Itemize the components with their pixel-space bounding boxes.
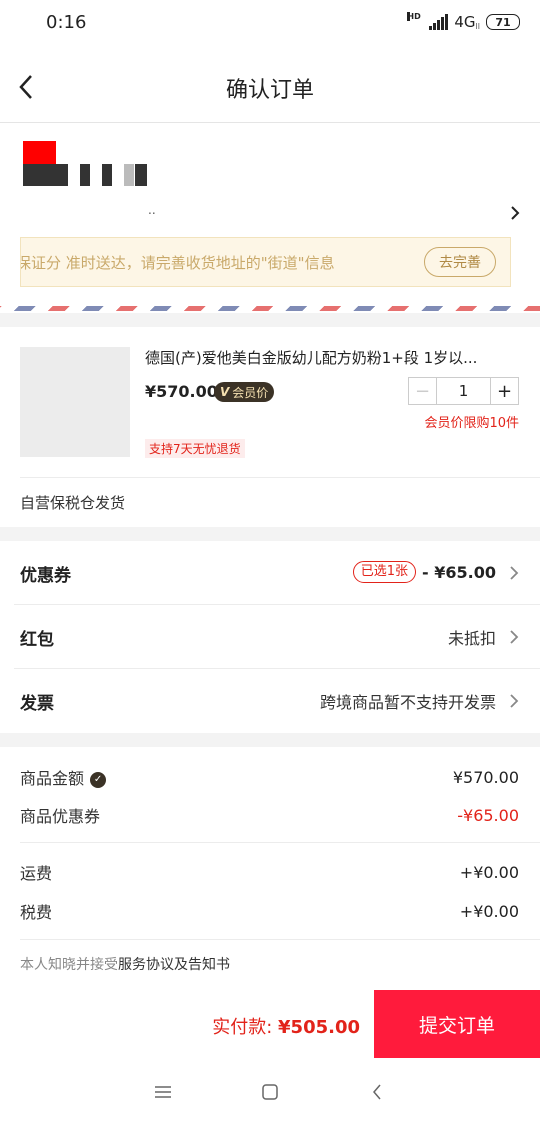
divider — [20, 939, 540, 940]
address-phone-redacted — [80, 164, 90, 186]
member-price-badge: V 会员价 — [214, 382, 275, 402]
coupon-value: 已选1张 - ¥65.00 — [352, 561, 496, 583]
goods-amount-line: 商品金额 ✓ ¥570.00 — [20, 765, 519, 789]
quantity-value[interactable]: 1 — [437, 378, 490, 404]
airmail-divider — [0, 306, 540, 311]
address-detail: .. — [148, 203, 156, 217]
invoice-row[interactable]: 发票 跨境商品暂不支持开发票 — [0, 669, 540, 733]
chevron-right-icon — [510, 566, 519, 580]
goods-amount-value: ¥570.00 — [452, 767, 519, 787]
pay-amount: ¥505.00 — [278, 1017, 360, 1038]
goods-coupon-value: -¥65.00 — [457, 805, 519, 825]
address-phone-redacted — [102, 164, 112, 186]
member-badge-label: 会员价 — [232, 385, 269, 400]
status-time: 0:16 — [46, 12, 87, 33]
address-phone-redacted — [23, 164, 68, 186]
square-icon — [262, 1084, 278, 1100]
page-title: 确认订单 — [225, 78, 314, 103]
redpacket-row[interactable]: 红包 未抵扣 — [0, 605, 540, 669]
goods-coupon-label: 商品优惠券 — [20, 807, 101, 826]
goods-coupon-line: 商品优惠券 -¥65.00 — [20, 803, 519, 827]
quantity-stepper: − 1 + — [408, 377, 519, 405]
tax-line: 税费 +¥0.00 — [20, 899, 519, 923]
invoice-label: 发票 — [20, 694, 54, 714]
chevron-right-icon — [510, 694, 519, 708]
network-label: 4G — [454, 13, 476, 31]
product-card: 德国(产)爱他美白金版幼儿配方奶粉1+段 1岁以... ¥570.00 V 会员… — [0, 327, 540, 527]
pay-total: 实付款: ¥505.00 — [212, 1017, 360, 1038]
return-policy-tag: 支持7天无忧退货 — [145, 439, 245, 458]
section-gap — [0, 733, 540, 747]
goods-amount-label: 商品金额 ✓ — [20, 765, 107, 789]
section-gap — [0, 313, 540, 327]
price-summary: 商品金额 ✓ ¥570.00 商品优惠券 -¥65.00 运费 +¥0.00 税费… — [0, 747, 540, 990]
decrease-button[interactable]: − — [409, 378, 437, 404]
checkout-bar: 实付款: ¥505.00 提交订单 — [0, 990, 540, 1060]
submit-order-button[interactable]: 提交订单 — [374, 990, 540, 1058]
chevron-right-icon — [511, 206, 520, 220]
increase-button[interactable]: + — [490, 378, 518, 404]
coupon-label: 优惠券 — [20, 566, 71, 586]
menu-icon — [155, 1086, 172, 1098]
freight-value: +¥0.00 — [459, 862, 519, 882]
coupon-amount: - ¥65.00 — [422, 562, 496, 582]
freight-label: 运费 — [20, 864, 53, 883]
hd-label: HD — [407, 12, 421, 21]
address-section[interactable]: .. 为保证分 准时送达，请完善收货地址的"街道"信息 去完善 — [0, 123, 540, 311]
address-phone-redacted — [135, 164, 147, 186]
status-icons: HD 4G ll 71 — [407, 12, 520, 31]
redpacket-value: 未抵扣 — [447, 629, 496, 648]
check-icon[interactable]: ✓ — [90, 771, 107, 788]
agreement-link[interactable]: 服务协议及告知书 — [118, 957, 230, 973]
chevron-right-icon — [510, 630, 519, 644]
divider — [20, 477, 540, 478]
section-gap — [0, 527, 540, 541]
address-phone-redacted — [124, 164, 134, 186]
product-price: ¥570.00 — [145, 382, 218, 401]
agreement-text: 本人知晓并接受服务协议及告知书 — [20, 957, 230, 973]
nav-header: 确认订单 — [0, 48, 540, 123]
chevron-left-icon — [372, 1084, 381, 1100]
shipping-info: 自营保税仓发货 — [20, 494, 126, 512]
home-button[interactable] — [255, 1077, 285, 1107]
battery-level: 71 — [495, 15, 511, 29]
tax-label: 税费 — [20, 903, 53, 922]
tax-value: +¥0.00 — [459, 901, 519, 921]
product-image[interactable] — [20, 347, 130, 457]
complete-address-button[interactable]: 去完善 — [424, 247, 496, 277]
coupon-row[interactable]: 优惠券 已选1张 - ¥65.00 — [0, 541, 540, 605]
invoice-value: 跨境商品暂不支持开发票 — [319, 693, 496, 712]
coupon-selected-tag: 已选1张 — [352, 561, 417, 583]
freight-line: 运费 +¥0.00 — [20, 860, 519, 884]
product-name[interactable]: 德国(产)爱他美白金版幼儿配方奶粉1+段 1岁以... — [145, 347, 500, 368]
signal-icon: HD — [407, 12, 449, 30]
notice-text: 为保证分 准时送达，请完善收货地址的"街道"信息 — [21, 254, 335, 272]
address-notice: 为保证分 准时送达，请完善收货地址的"街道"信息 去完善 — [20, 237, 511, 287]
redpacket-label: 红包 — [20, 630, 54, 650]
divider — [20, 842, 540, 843]
status-bar: 0:16 HD 4G ll 71 — [0, 0, 540, 48]
address-name-redacted — [23, 141, 56, 165]
menu-button[interactable] — [148, 1077, 178, 1107]
system-back-button[interactable] — [362, 1077, 392, 1107]
network-sub-label: ll — [475, 21, 480, 31]
system-nav-bar — [0, 1060, 540, 1124]
battery-icon: 71 — [486, 14, 520, 30]
member-v-icon: V — [220, 385, 230, 399]
purchase-limit: 会员价限购10件 — [424, 416, 519, 431]
